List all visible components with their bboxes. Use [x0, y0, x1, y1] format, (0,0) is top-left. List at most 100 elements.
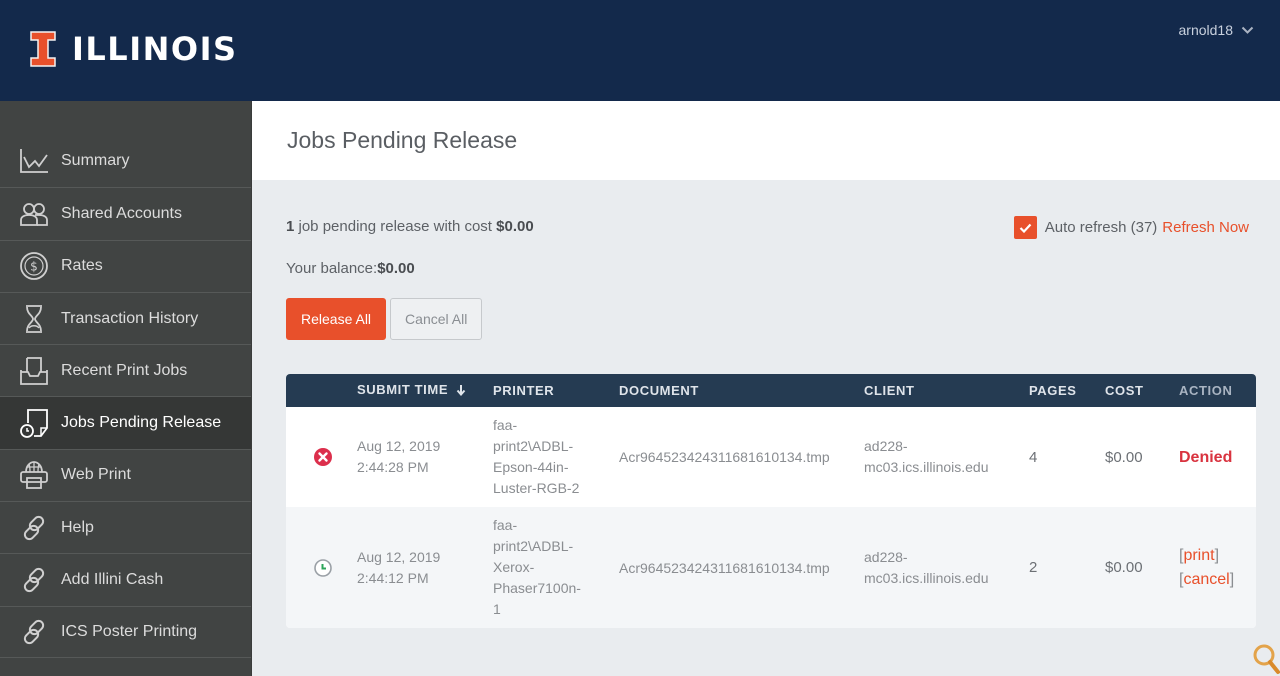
top-bar: ILLINOIS arnold18: [0, 0, 1280, 101]
web-printer-icon: [18, 460, 50, 490]
sidebar-item-label: Shared Accounts: [61, 204, 182, 222]
sort-arrow-down-icon: [456, 381, 466, 402]
print-action: [print]: [1179, 546, 1220, 564]
clock-icon: [313, 558, 332, 577]
release-all-button[interactable]: Release All: [286, 298, 387, 340]
client-cell: ad228- mc03.ics.illinois.edu: [864, 436, 1029, 478]
svg-text:$: $: [30, 260, 38, 274]
sidebar-item-jobs-pending-release[interactable]: Jobs Pending Release: [0, 396, 251, 449]
sidebar-item-label: Transaction History: [61, 309, 199, 327]
username: arnold18: [1178, 22, 1234, 38]
sidebar-nav: Summary Shared Accounts $ Rates Transact…: [0, 135, 251, 658]
sidebar-item-label: Recent Print Jobs: [61, 361, 188, 379]
link-icon: [18, 565, 50, 595]
submit-date: Aug 12, 2019: [357, 438, 441, 454]
printer-line: print2\ADBL-: [493, 538, 574, 554]
sidebar-item-shared-accounts[interactable]: Shared Accounts: [0, 187, 251, 239]
sidebar: Summary Shared Accounts $ Rates Transact…: [0, 101, 252, 676]
link-icon: [18, 617, 50, 647]
user-menu[interactable]: arnold18: [1179, 22, 1255, 38]
status-cell: [286, 447, 357, 467]
submit-time-cell: Aug 12, 2019 2:44:28 PM: [357, 436, 493, 478]
sidebar-item-ics-poster-printing[interactable]: ICS Poster Printing: [0, 605, 251, 658]
sidebar-item-label: Add Illini Cash: [61, 571, 164, 589]
sidebar-item-web-print[interactable]: Web Print: [0, 448, 251, 501]
client-cell: ad228- mc03.ics.illinois.edu: [864, 547, 1029, 589]
sidebar-item-summary[interactable]: Summary: [0, 135, 251, 187]
column-header-cost[interactable]: COST: [1105, 383, 1179, 398]
dollar-circle-icon: $: [18, 251, 50, 281]
inbox-tray-icon: [18, 356, 50, 386]
illinois-logo[interactable]: ILLINOIS: [30, 30, 238, 68]
printer-cell: faa- print2\ADBL- Epson-44in- Luster-RGB…: [493, 415, 619, 499]
jobs-table: SUBMIT TIME PRINTER DOCUMENT CLIENT PAGE…: [286, 374, 1256, 628]
block-i-icon: [30, 31, 56, 67]
client-line: mc03.ics.illinois.edu: [864, 459, 989, 475]
sidebar-item-label: Rates: [61, 257, 103, 275]
printer-cell: faa- print2\ADBL- Xerox- Phaser7100n- 1: [493, 515, 619, 620]
pending-summary: 1 job pending release with cost $0.00: [286, 218, 534, 235]
printer-line: Epson-44in-: [493, 459, 569, 475]
sidebar-item-label: Summary: [61, 152, 130, 170]
auto-refresh-checkbox[interactable]: [1013, 216, 1037, 239]
sidebar-item-rates[interactable]: $ Rates: [0, 239, 251, 292]
pages-cell: 4: [1029, 448, 1038, 466]
chevron-down-icon: [1241, 26, 1254, 35]
sidebar-item-transaction-history[interactable]: Transaction History: [0, 291, 251, 344]
action-cell: Denied: [1179, 445, 1256, 470]
column-header-client[interactable]: CLIENT: [864, 380, 1029, 401]
chart-line-icon: [18, 146, 50, 176]
auto-refresh: Auto refresh (37) Refresh Now: [1013, 216, 1249, 239]
printer-line: faa-: [493, 517, 518, 533]
submit-time: 2:44:28 PM: [357, 459, 429, 475]
x-circle-icon: [313, 448, 332, 466]
sidebar-item-label: Jobs Pending Release: [61, 414, 222, 432]
action-cell: [print] [cancel]: [1179, 544, 1256, 592]
client-line: mc03.ics.illinois.edu: [864, 569, 989, 586]
column-header-action: ACTION: [1179, 382, 1233, 398]
hourglass-icon: [18, 304, 50, 334]
column-header-pages[interactable]: PAGES: [1029, 383, 1105, 398]
sidebar-item-add-illini-cash[interactable]: Add Illini Cash: [0, 553, 251, 605]
magnifier-icon[interactable]: [1250, 642, 1280, 676]
pages-cell: 2: [1029, 559, 1038, 576]
column-header-printer[interactable]: PRINTER: [493, 380, 619, 401]
submit-date: Aug 12, 2019: [357, 548, 441, 565]
refresh-now-link[interactable]: Refresh Now: [1162, 219, 1249, 236]
table-row: Aug 12, 2019 2:44:12 PM faa- print2\ADBL…: [286, 507, 1256, 628]
auto-refresh-label: Auto refresh (37): [1044, 219, 1158, 236]
column-header-submit-time[interactable]: SUBMIT TIME: [357, 379, 493, 401]
table-header: SUBMIT TIME PRINTER DOCUMENT CLIENT PAGE…: [286, 374, 1256, 407]
status-cell: [286, 558, 357, 578]
cost-cell: $0.00: [1105, 448, 1143, 466]
main-content: Jobs Pending Release 1 job pending relea…: [252, 101, 1280, 676]
sidebar-item-recent-print-jobs[interactable]: Recent Print Jobs: [0, 344, 251, 396]
cancel-link[interactable]: cancel: [1183, 571, 1229, 588]
sidebar-item-label: Web Print: [61, 466, 131, 484]
print-link[interactable]: print: [1183, 547, 1214, 564]
balance: Your balance:$0.00: [286, 260, 415, 277]
printer-line: print2\ADBL-: [493, 438, 574, 454]
client-line: ad228-: [864, 548, 908, 565]
column-header-document[interactable]: DOCUMENT: [619, 383, 864, 398]
sidebar-item-label: ICS Poster Printing: [61, 622, 198, 640]
table-row: Aug 12, 2019 2:44:28 PM faa- print2\ADBL…: [286, 407, 1256, 507]
cancel-all-button[interactable]: Cancel All: [390, 298, 483, 340]
document-clock-icon: [18, 408, 50, 439]
users-icon: [18, 199, 50, 229]
submit-time-cell: Aug 12, 2019 2:44:12 PM: [357, 547, 493, 589]
balance-label: Your balance:: [286, 260, 378, 277]
pending-summary-text: job pending release with cost: [294, 218, 497, 235]
printer-line: Xerox-: [493, 559, 535, 575]
client-line: ad228-: [864, 438, 908, 454]
column-header-label: SUBMIT TIME: [357, 382, 449, 398]
sidebar-item-help[interactable]: Help: [0, 501, 251, 553]
printer-line: Phaser7100n-: [493, 580, 581, 596]
link-icon: [18, 513, 50, 543]
balance-value: $0.00: [377, 260, 415, 277]
printer-line: Luster-RGB-2: [493, 480, 580, 496]
sidebar-item-label: Help: [61, 518, 94, 536]
checkmark-icon: [1019, 223, 1032, 233]
denied-status: Denied: [1179, 448, 1233, 466]
bulk-actions: Release All Cancel All: [286, 298, 483, 340]
